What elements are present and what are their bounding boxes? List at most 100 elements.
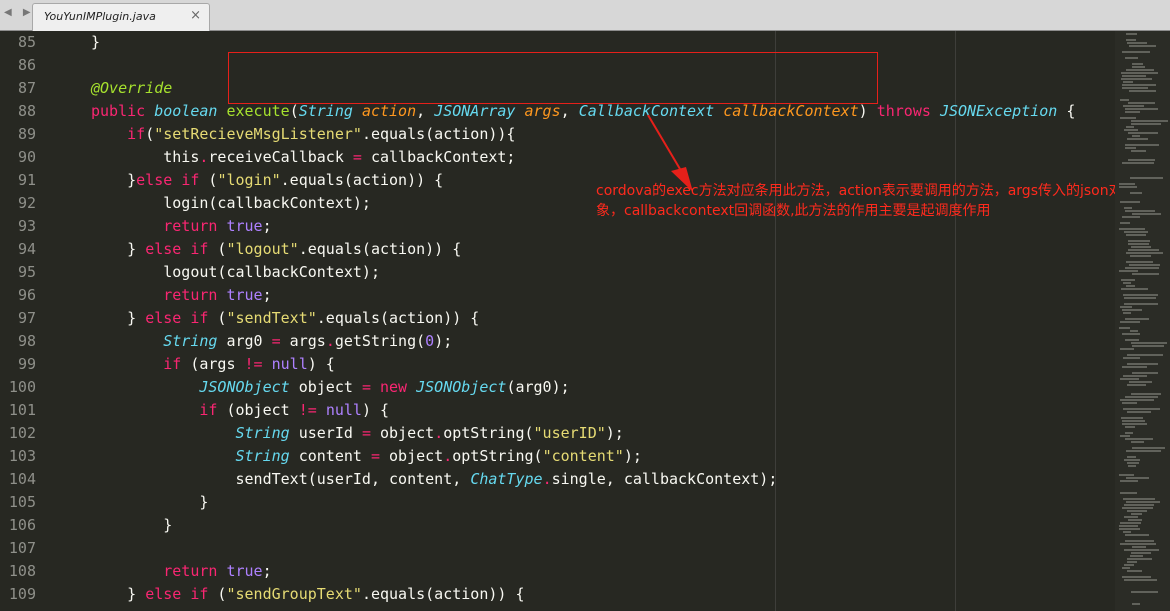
minimap-line [1130,330,1138,332]
minimap-line [1122,402,1137,404]
code-token: ) { [307,355,335,373]
minimap-line [1125,267,1159,269]
minimap-line [1125,426,1135,428]
minimap-line [1132,546,1146,548]
code-line[interactable]: 106 } [0,514,1110,537]
code-token: ); [623,447,642,465]
code-token: boolean [154,102,218,120]
minimap-line [1127,561,1137,563]
minimap-line [1125,144,1159,146]
code-token: @Override [91,79,173,97]
code-line[interactable]: 107 [0,537,1110,560]
code-line[interactable]: 94 } else if ("logout".equals(action)) { [0,238,1110,261]
minimap-line [1124,549,1159,551]
minimap-line [1131,120,1168,122]
code-token: if [190,585,209,603]
code-line[interactable]: 99 if (args != null) { [0,353,1110,376]
code-token: receiveCallback [208,148,353,166]
minimap-line [1127,411,1151,413]
code-editor[interactable]: 85} 86 87 @Override 88 public boolean execute… [0,31,1115,611]
minimap-line [1128,519,1142,521]
minimap-line [1123,282,1131,284]
minimap-line [1128,132,1158,134]
code-token: else [145,585,182,603]
code-line[interactable]: 89 if("setRecieveMsgListener".equals(act… [0,123,1110,146]
code-token: optString( [452,447,543,465]
code-line[interactable]: 101 if (object != null) { [0,399,1110,422]
code-line[interactable]: 103 String content = object.optString("c… [0,445,1110,468]
code-line[interactable]: 104 sendText(userId, content, ChatType.s… [0,468,1110,491]
code-token: if [190,309,209,327]
code-token: = [352,148,362,166]
minimap-line [1122,309,1142,311]
minimap-line [1131,441,1144,443]
minimap[interactable] [1115,31,1170,611]
code-token: } [199,493,209,511]
minimap-line [1131,591,1158,593]
minimap-line [1130,192,1142,194]
code-line[interactable]: 98 String arg0 = args.getString(0); [0,330,1110,353]
minimap-line [1122,75,1146,77]
minimap-line [1122,423,1147,425]
code-token: .equals(action)) { [316,309,480,327]
minimap-line [1120,348,1134,350]
minimap-line [1122,366,1147,368]
code-token: != [244,355,263,373]
minimap-line [1122,507,1153,509]
tab-youyunimplugin[interactable]: YouYunIMPlugin.java × [32,3,210,31]
code-token: else [145,240,182,258]
code-token: return [163,217,218,235]
code-token: ( [208,240,227,258]
line-number: 103 [8,447,36,465]
code-token: ) [858,102,877,120]
minimap-line [1132,213,1161,215]
minimap-line [1125,534,1149,536]
code-token: throws [876,102,931,120]
code-token: ( [145,125,155,143]
code-token: optString( [443,424,534,442]
code-token: public [91,102,146,120]
minimap-line [1125,438,1153,440]
code-token: "setRecieveMsgListener" [154,125,362,143]
minimap-line [1123,408,1160,410]
minimap-line [1132,273,1159,275]
code-token: getString( [334,332,426,350]
code-line[interactable]: 102 String userId = object.optString("us… [0,422,1110,445]
minimap-line [1122,84,1156,86]
code-token: callbackContext [723,102,859,120]
code-line[interactable]: 109 } else if ("sendGroupText".equals(ac… [0,583,1110,606]
minimap-line [1128,159,1155,161]
minimap-line [1124,459,1140,461]
close-icon[interactable]: × [190,8,201,23]
code-line[interactable]: 85} [0,31,1110,54]
line-number: 93 [17,217,36,235]
line-number: 85 [17,33,36,51]
code-line[interactable]: 97 } else if ("sendText".equals(action))… [0,307,1110,330]
code-line[interactable]: 90 this.receiveCallback = callbackContex… [0,146,1110,169]
code-token: .equals(action)) { [298,240,462,258]
code-token: ); [605,424,624,442]
minimap-line [1121,288,1148,290]
code-line[interactable]: 100 JSONObject object = new JSONObject(a… [0,376,1110,399]
code-line[interactable]: 108 return true; [0,560,1110,583]
code-line[interactable]: 95 logout(callbackContext); [0,261,1110,284]
minimap-line [1126,252,1163,254]
code-line[interactable]: 96 return true; [0,284,1110,307]
minimap-line [1126,126,1134,128]
minimap-line [1123,294,1158,296]
code-line[interactable]: 105 } [0,491,1110,514]
minimap-line [1125,396,1158,398]
minimap-line [1126,261,1153,263]
minimap-line [1123,81,1133,83]
code-token: ; [262,286,272,304]
tab-nav-arrows[interactable]: ◀ ▶ [4,7,35,18]
code-token: String [298,102,353,120]
code-token: = [370,447,380,465]
minimap-line [1125,540,1154,542]
line-number: 104 [8,470,36,488]
code-token: ; [262,562,272,580]
